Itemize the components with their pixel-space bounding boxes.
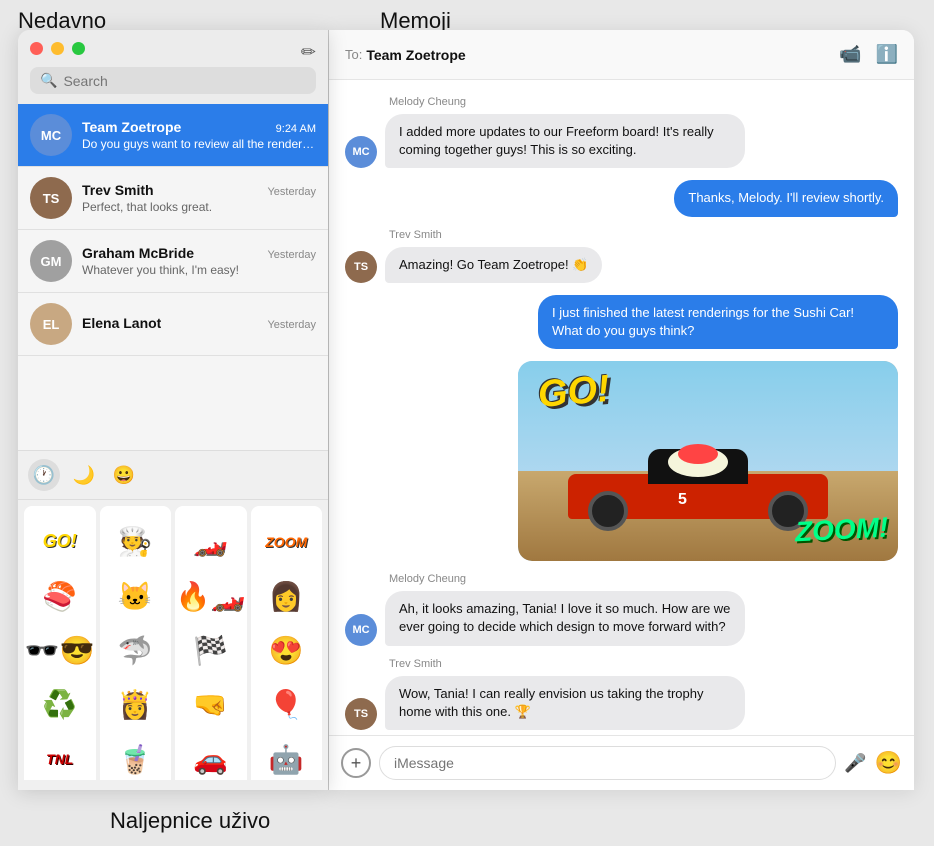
conv-time-elena-lanot: Yesterday [267,319,316,331]
compose-button[interactable]: ✏ [301,42,316,63]
sender-name-trev-1: Trev Smith [389,229,898,241]
sticker-tab-face[interactable]: 😀 [108,459,140,491]
conv-name-trev-smith: Trev Smith [82,182,154,198]
sticker-memoji-sparkle[interactable]: 🤖 [251,724,323,780]
sender-name-melody-1: Melody Cheung [389,96,898,108]
sticker-tnl[interactable]: TNL [24,724,96,780]
conversation-item-trev-smith[interactable]: TS Trev Smith Yesterday Perfect, that looks… [18,167,328,230]
conversation-item-elena-lanot[interactable]: EL Elena Lanot Yesterday [18,293,328,356]
sidebar: ✏ 🔍 MC Team Zoetrope 9:24 AM Do you guys wa… [18,30,328,790]
go-sticker-overlay: GO! [536,368,611,417]
message-group-5: 5 GO! ZOOM! [345,361,898,561]
chat-header-icons: 📹 ℹ️ [839,44,898,65]
message-input-area: + 🎤 😊 [329,735,914,790]
window-controls [30,42,316,55]
message-row-6: MC Ah, it looks amazing, Tania! I love i… [345,591,898,645]
audio-icon[interactable]: 🎤 [844,753,866,774]
bubble-2: Thanks, Melody. I'll review shortly. [674,180,898,216]
bubble-7: Wow, Tania! I can really envision us tak… [385,676,745,730]
minimize-button[interactable] [51,42,64,55]
conversation-item-team-zoetrope[interactable]: MC Team Zoetrope 9:24 AM Do you guys want t… [18,104,328,167]
message-row-2: Thanks, Melody. I'll review shortly. [345,180,898,216]
sticker-car[interactable]: 🚗 [175,724,247,780]
conv-time-trev-smith: Yesterday [267,186,316,198]
conv-avatar-trev-smith: TS [30,177,72,219]
sticker-tabs: 🕐 🌙 😀 [18,451,328,500]
message-row-5: 5 GO! ZOOM! [345,361,898,561]
add-button[interactable]: + [341,748,371,778]
avatar-mc-1: MC [345,136,377,168]
bubble-4: I just finished the latest renderings fo… [538,295,898,349]
conv-preview-trev-smith: Perfect, that looks great. [82,200,316,214]
close-button[interactable] [30,42,43,55]
messages-area: Melody Cheung MC I added more updates to… [329,80,914,735]
sticker-tab-moon[interactable]: 🌙 [68,459,100,491]
chat-panel: To: Team Zoetrope 📹 ℹ️ Melody Cheung MC … [329,30,914,790]
naljepnice-annotation: Naljepnice uživo [110,808,270,834]
chat-header: To: Team Zoetrope 📹 ℹ️ [329,30,914,80]
conv-avatar-graham-mcbride: GM [30,240,72,282]
avatar-mc-2: MC [345,614,377,646]
conv-preview-team-zoetrope: Do you guys want to review all the rende… [82,137,316,151]
bubble-3: Amazing! Go Team Zoetrope! 👏 [385,247,602,283]
chat-recipient: Team Zoetrope [366,47,839,63]
avatar-ts-1: TS [345,251,377,283]
message-group-1: Melody Cheung MC I added more updates to… [345,96,898,168]
sidebar-top: ✏ 🔍 [18,30,328,104]
sticker-panel: 🕐 🌙 😀 GO! 🧑‍🍳 🏎️ ZOOM [18,450,328,790]
message-row-7: TS Wow, Tania! I can really envision us … [345,676,898,730]
video-call-icon[interactable]: 📹 [839,44,861,65]
avatar-ts-2: TS [345,698,377,730]
zoom-sticker-overlay: ZOOM! [794,512,889,549]
sender-name-trev-2: Trev Smith [389,658,898,670]
sender-name-melody-2: Melody Cheung [389,573,898,585]
bubble-1: I added more updates to our Freeform boa… [385,114,745,168]
info-icon[interactable]: ℹ️ [876,44,898,65]
conv-time-graham-mcbride: Yesterday [267,249,316,261]
conv-name-team-zoetrope: Team Zoetrope [82,119,181,135]
emoji-button[interactable]: 😊 [875,750,902,776]
message-row-1: MC I added more updates to our Freeform … [345,114,898,168]
sticker-tab-recent[interactable]: 🕐 [28,459,60,491]
conv-name-graham-mcbride: Graham McBride [82,245,194,261]
search-bar: 🔍 [30,67,316,94]
maximize-button[interactable] [72,42,85,55]
sticker-boba[interactable]: 🧋 [100,724,172,780]
message-group-4: I just finished the latest renderings fo… [345,295,898,349]
message-group-2: Thanks, Melody. I'll review shortly. [345,180,898,216]
search-input[interactable] [63,73,306,89]
conv-avatar-team-zoetrope: MC [30,114,72,156]
message-group-3: Trev Smith TS Amazing! Go Team Zoetrope!… [345,229,898,283]
conv-preview-graham-mcbride: Whatever you think, I'm easy! [82,263,316,277]
conv-time-team-zoetrope: 9:24 AM [276,123,316,135]
message-input[interactable] [379,746,836,780]
conv-avatar-elena-lanot: EL [30,303,72,345]
message-group-6: Melody Cheung MC Ah, it looks amazing, T… [345,573,898,645]
message-row-3: TS Amazing! Go Team Zoetrope! 👏 [345,247,898,283]
message-row-4: I just finished the latest renderings fo… [345,295,898,349]
bubble-6: Ah, it looks amazing, Tania! I love it s… [385,591,745,645]
sticker-grid: GO! 🧑‍🍳 🏎️ ZOOM 🍣 [18,500,328,780]
search-icon: 🔍 [40,72,57,89]
to-label: To: [345,47,362,62]
sushi-car-image: 5 GO! ZOOM! [518,361,898,561]
message-group-7: Trev Smith TS Wow, Tania! I can really e… [345,658,898,730]
conv-name-elena-lanot: Elena Lanot [82,315,161,331]
sushi-car-image-bubble: 5 GO! ZOOM! [518,361,898,561]
conversation-item-graham-mcbride[interactable]: GM Graham McBride Yesterday Whatever you th… [18,230,328,293]
